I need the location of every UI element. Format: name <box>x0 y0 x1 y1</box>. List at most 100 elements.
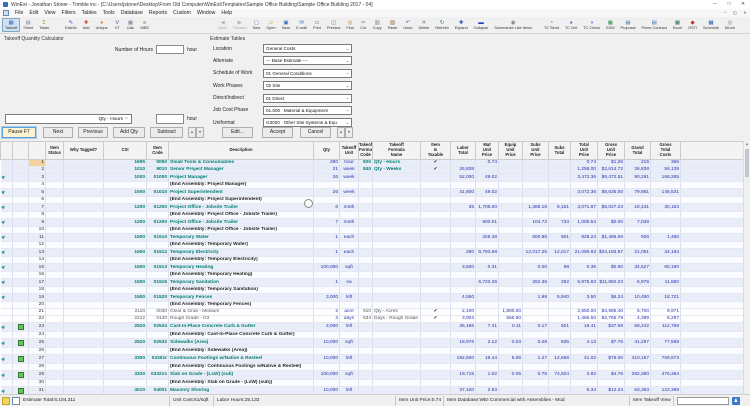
proposal-button[interactable]: ▤ Proposal <box>618 18 639 33</box>
table-row[interactable]: ▶ 13 1500 01512 Temporary Electricity 1 each 28… <box>0 248 743 257</box>
job-cost-phase-select[interactable]: 01.600 Material & Equipment ⌄ <box>263 105 352 115</box>
quantity-input[interactable] <box>156 114 184 124</box>
save-button[interactable]: ▣ Save <box>279 18 294 33</box>
menu-item-tables[interactable]: Tables <box>79 9 100 17</box>
wbs-button[interactable]: ≡ WBS <box>137 18 152 33</box>
child-close-icon[interactable]: ✕ <box>740 9 750 17</box>
scroll-up-icon[interactable]: ▲ <box>744 141 750 148</box>
expand-button[interactable]: ✚ Expand <box>452 18 471 33</box>
next-button[interactable]: Next <box>43 127 73 138</box>
accept-button[interactable]: Accept <box>262 127 293 138</box>
table-row[interactable]: ▶ 9 1200 01200 Project Office - Jobsite Trai… <box>0 218 743 227</box>
column-header-labor[interactable]: Labor Total <box>450 141 476 160</box>
maximize-icon[interactable]: □ <box>722 0 736 9</box>
subtract-button[interactable]: Subtract <box>150 127 183 138</box>
spin-up-button-1[interactable]: ▲ <box>188 127 196 138</box>
menu-item-help[interactable]: Help <box>218 9 235 17</box>
menu-item-edit[interactable]: Edit <box>26 9 41 17</box>
table-row[interactable]: ▶ 29 3320 03321s Slab on Grade - (LxW) (sub)… <box>0 370 743 380</box>
user-icon[interactable]: ♟ <box>732 397 740 405</box>
uniformat-select[interactable]: G3020 Other Site Systems & Equ ⌄ <box>263 118 352 128</box>
table-row[interactable]: 16 (End Assembly: Temporary Heating) <box>0 271 743 279</box>
table-row[interactable]: 1 1695 0050 Small Tools & Consumables 290 hou… <box>0 159 743 167</box>
column-header-iconA[interactable] <box>0 141 13 160</box>
menu-item-window[interactable]: Window <box>194 9 218 17</box>
summarize-like-items-button[interactable]: ◉ Summarize Like Items <box>491 18 535 33</box>
column-header-grand[interactable]: Grand Total <box>624 141 651 160</box>
table-row[interactable]: 8 (End Assembly: Project Office - Jobsite… <box>0 211 743 219</box>
takeoff-formula-select[interactable]: Qty - Hours ˘˘ <box>5 114 132 124</box>
table-row[interactable]: 18 (End Assembly: Temporary Sanitation) <box>0 286 743 294</box>
vt-button[interactable]: V VT <box>111 18 124 33</box>
previous-button[interactable]: Previous <box>78 127 108 138</box>
pause-button[interactable]: Pause F7 <box>2 127 36 138</box>
totals-button[interactable]: Σ Totals <box>36 18 52 33</box>
schedule-of-work-select[interactable]: 01 General Conditions ⌄ <box>263 68 352 78</box>
location-select[interactable]: General Costs ⌄ <box>263 44 352 53</box>
column-header-subsU[interactable]: Subs Unit Price <box>522 141 549 160</box>
menu-item-custom[interactable]: Custom <box>170 9 194 17</box>
new-button[interactable]: ▢ New <box>250 18 264 33</box>
calc-button[interactable]: ▦ Calc <box>124 18 138 33</box>
cut-button[interactable]: ✂ Cut <box>357 18 370 33</box>
collapse-button[interactable]: ▬ Collapse <box>471 18 492 33</box>
sheet-button[interactable]: ▤ Sheet <box>20 18 36 33</box>
column-header-why[interactable]: Why Tagged? <box>63 141 104 160</box>
tc-send-button[interactable]: ◔ TC Send <box>541 18 562 33</box>
edit-button[interactable]: Edit... <box>222 127 253 138</box>
table-row[interactable]: 26 (End Assembly: Sidewalks (Area)) <box>0 347 743 355</box>
delete-button[interactable]: ✕ Delete <box>415 18 432 33</box>
column-header-status[interactable]: Item Status <box>45 141 64 160</box>
spin-down-button-2[interactable]: ▼ <box>345 127 353 138</box>
table-row[interactable]: 10 (End Assembly: Project Office - Jobsit… <box>0 226 743 234</box>
find-button[interactable]: ◎ Find <box>343 18 356 33</box>
edm-button[interactable]: ▦ EDM <box>603 18 617 33</box>
table-row[interactable]: 12 (End Assembly: Temporary Water) <box>0 241 743 249</box>
spin-up-button-2[interactable]: ▲ <box>337 127 345 138</box>
table-row[interactable]: ▶ 11 1500 01510 Temporary Water 1 each 325.38 60… <box>0 233 743 242</box>
tc-check-button[interactable]: ◑ TC Check <box>580 18 603 33</box>
table-row[interactable]: 24 (End Assembly: Cast-In-Place Concrete … <box>0 331 743 339</box>
menu-item-reports[interactable]: Reports <box>146 9 170 17</box>
table-row[interactable]: ▶ 27 3300 03301r Continuous Footings w/Nativ… <box>0 354 743 364</box>
prime-contract-button[interactable]: ▤ Prime Contract <box>639 18 670 33</box>
print-button[interactable]: ▭ Print <box>310 18 324 33</box>
mlink-button[interactable]: ◎ MLink <box>722 18 738 33</box>
add-qty-button[interactable]: Add Qty <box>113 127 145 138</box>
takeoff-button[interactable]: ▦ Takeoff <box>2 17 21 33</box>
table-row[interactable]: ▶ 5 1000 01010 Project Superintendent 26 week 4… <box>0 188 743 197</box>
cancel-button[interactable]: Cancel <box>300 127 331 138</box>
column-header-tax[interactable]: Item Is Taxable <box>420 141 451 160</box>
copy-button[interactable]: ▥ Copy <box>370 18 385 33</box>
table-row[interactable]: 2 1010 9010 Senior Project Manager 21 week 840… <box>0 166 743 174</box>
column-header-equip[interactable]: Equip Unit Price <box>498 141 523 160</box>
minimize-icon[interactable]: ─ <box>708 0 722 9</box>
number-of-hours-input[interactable] <box>156 45 184 54</box>
menu-item-file[interactable]: File <box>12 9 26 17</box>
column-header-grossU[interactable]: Gross Unit Price <box>597 141 625 160</box>
table-row[interactable]: 4 (End Assembly: Project Manager) <box>0 181 743 189</box>
forward-button[interactable]: ▶ Forward <box>230 18 250 33</box>
work-phases-select[interactable]: 02 Site ⌄ <box>263 81 352 91</box>
child-minimize-icon[interactable]: ─ <box>720 9 730 17</box>
menu-item-view[interactable]: View <box>41 9 58 17</box>
table-row[interactable]: ▶ 19 1500 01520 Temporary Fences 3,000 lnft 4,5… <box>0 293 743 302</box>
table-row[interactable]: ▶ 15 1500 01513 Temporary Heating 100,000 sqft… <box>0 263 743 272</box>
table-row[interactable]: 6 (End Assembly: Project Superintendent) <box>0 196 743 204</box>
table-row[interactable]: 30 (End Assembly: Slab on Grade - (LxW) (… <box>0 379 743 387</box>
menu-item-database[interactable]: Database <box>118 9 146 17</box>
status-input[interactable] <box>677 397 729 405</box>
status-folder-icon[interactable] <box>2 397 10 405</box>
open-button[interactable]: ▱ Open <box>263 18 278 33</box>
back-button[interactable]: ◀ Back <box>215 18 229 33</box>
scroll-thumb[interactable] <box>745 149 749 177</box>
add-button[interactable]: ✚ Add <box>80 18 93 33</box>
column-header-unit[interactable]: Takeoff Unit <box>339 141 359 160</box>
column-header-fill[interactable] <box>680 141 743 160</box>
column-header-code[interactable]: Item Code <box>146 141 169 160</box>
direct-indirect-select[interactable]: 01 Direct ⌄ <box>263 93 352 103</box>
alternate-select[interactable]: --- Base Estimate --- ⌄ <box>263 56 352 66</box>
column-header-gross[interactable]: Gross Total Costs <box>650 141 681 160</box>
close-icon[interactable]: ✕ <box>736 0 750 9</box>
refresh-button[interactable]: ↻ Refresh <box>432 18 451 33</box>
